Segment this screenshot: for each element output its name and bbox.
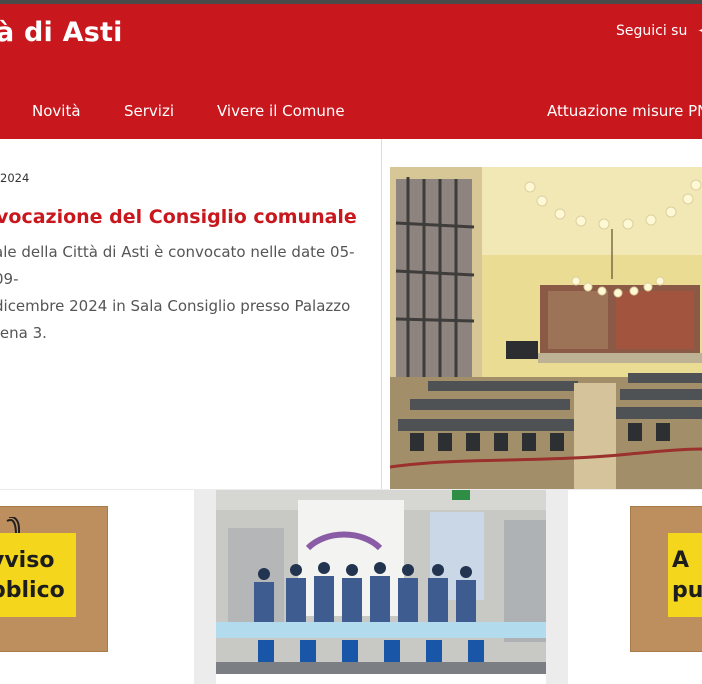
nav-item-servizi[interactable]: Servizi [124,102,174,120]
notice-sticky-note: A pu [668,533,702,617]
nav-item-attuazione-misure-pnrr[interactable]: Attuazione misure PN [547,102,702,120]
news-summary-line: dicembre 2024 in Sala Consiglio presso P… [0,297,351,315]
nav-item-novita[interactable]: Novità [32,102,81,120]
site-title[interactable]: à di Asti [0,17,123,48]
notice-note-line: bblico [0,578,65,603]
notice-note-line: A [672,548,690,573]
news-summary-line: ale della Città di Asti è convocato nell… [0,243,355,288]
announcement-card-left[interactable]: vviso bblico [0,490,194,684]
notice-sticky-note: vviso bblico [0,533,76,617]
main-navigation: Novità Servizi Vivere il Comune Attuazio… [0,102,702,126]
nav-item-vivere-il-comune[interactable]: Vivere il Comune [217,102,345,120]
group-photo-card[interactable] [216,490,546,684]
featured-news: 2024 vocazione del Consiglio comunale al… [0,139,381,489]
news-summary: ale della Città di Asti è convocato nell… [0,239,369,347]
announcement-card-right[interactable]: A pu [568,490,702,684]
notice-note-line: vviso [0,548,55,573]
news-title-link[interactable]: vocazione del Consiglio comunale [0,206,357,228]
council-chamber-photo [390,167,702,489]
group-photo [216,490,546,674]
site-header: à di Asti Seguici su ✦ Novità Servizi Vi… [0,4,702,139]
news-summary-line: tena 3. [0,324,47,342]
news-date: 2024 [0,171,30,185]
social-icon[interactable]: ✦ [697,21,702,42]
social-label: Seguici su [616,23,688,39]
notice-note-line: pu [672,578,702,603]
